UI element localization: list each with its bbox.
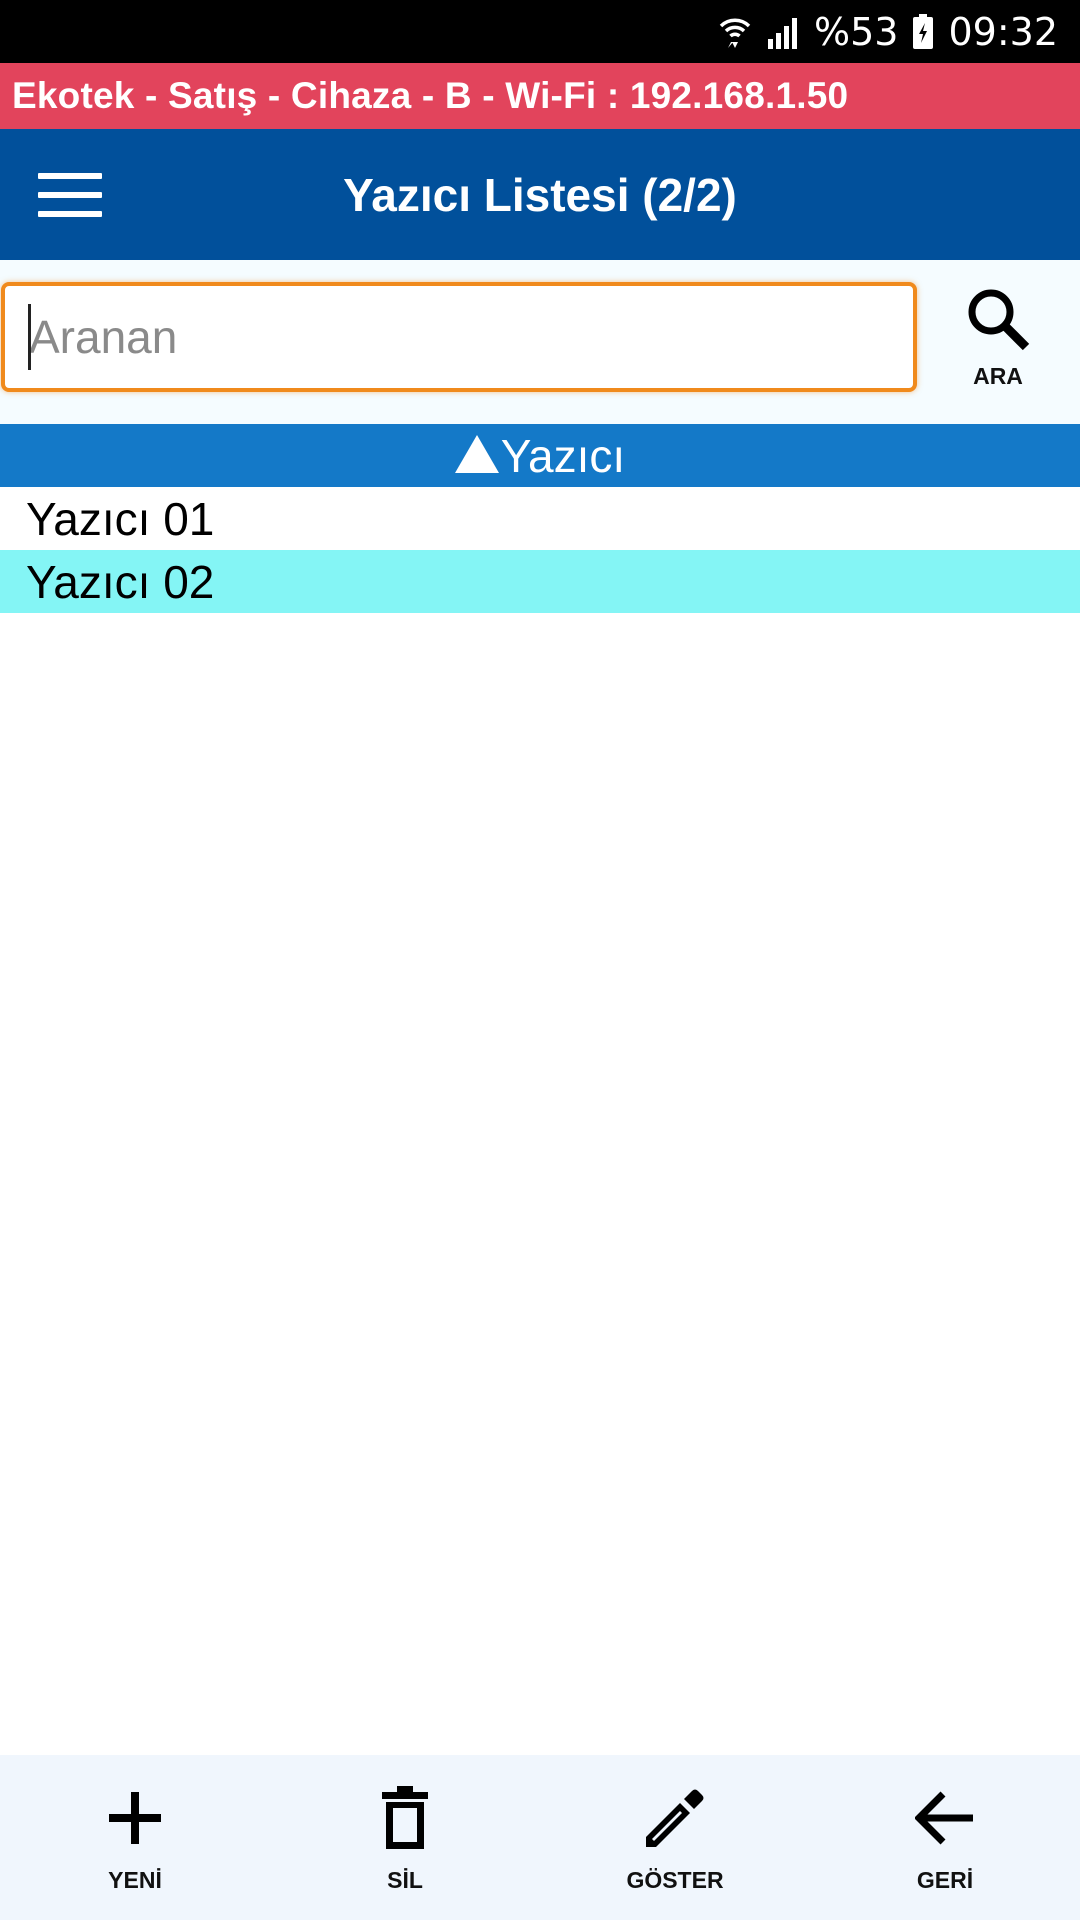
search-row: ARA xyxy=(0,260,1080,424)
printer-list: Yazıcı 01 Yazıcı 02 xyxy=(0,487,1080,613)
arrow-left-icon xyxy=(910,1783,980,1853)
hamburger-menu-icon[interactable] xyxy=(30,165,110,225)
battery-percent: %53 xyxy=(814,9,899,54)
text-cursor xyxy=(28,304,31,370)
list-item-label: Yazıcı 02 xyxy=(26,555,215,608)
list-item-label: Yazıcı 01 xyxy=(26,492,215,545)
connection-banner: Ekotek - Satış - Cihaza - B - Wi-Fi : 19… xyxy=(0,63,1080,129)
clock: 09:32 xyxy=(948,9,1058,54)
signal-icon xyxy=(766,15,800,49)
bottom-toolbar: YENİ SİL GÖSTER GERİ xyxy=(0,1755,1080,1920)
sort-ascending-icon xyxy=(454,434,499,473)
search-button-label: ARA xyxy=(973,363,1023,389)
pencil-icon xyxy=(640,1783,710,1853)
back-button-label: GERİ xyxy=(916,1867,974,1893)
status-bar: %53 09:32 xyxy=(0,0,1080,63)
show-button-label: GÖSTER xyxy=(626,1867,724,1893)
delete-button-label: SİL xyxy=(387,1867,423,1893)
search-button[interactable]: ARA xyxy=(946,284,1050,404)
screen: %53 09:32 Ekotek - Satış - Cihaza - B - … xyxy=(0,0,1080,1920)
search-icon xyxy=(963,284,1033,359)
app-bar: Yazıcı Listesi (2/2) xyxy=(0,129,1080,260)
list-item-selected[interactable]: Yazıcı 02 xyxy=(0,550,1080,613)
back-button[interactable]: GERİ xyxy=(810,1755,1080,1920)
column-header-label: Yazıcı xyxy=(500,429,626,482)
trash-icon xyxy=(370,1783,440,1853)
show-button[interactable]: GÖSTER xyxy=(540,1755,810,1920)
page-title: Yazıcı Listesi (2/2) xyxy=(343,168,737,221)
battery-icon xyxy=(912,13,934,50)
list-item[interactable]: Yazıcı 01 xyxy=(0,487,1080,550)
plus-icon xyxy=(100,1783,170,1853)
new-button[interactable]: YENİ xyxy=(0,1755,270,1920)
search-input[interactable] xyxy=(1,282,917,392)
wifi-icon xyxy=(718,14,752,50)
column-header[interactable]: Yazıcı xyxy=(0,424,1080,487)
new-button-label: YENİ xyxy=(108,1867,162,1893)
delete-button[interactable]: SİL xyxy=(270,1755,540,1920)
